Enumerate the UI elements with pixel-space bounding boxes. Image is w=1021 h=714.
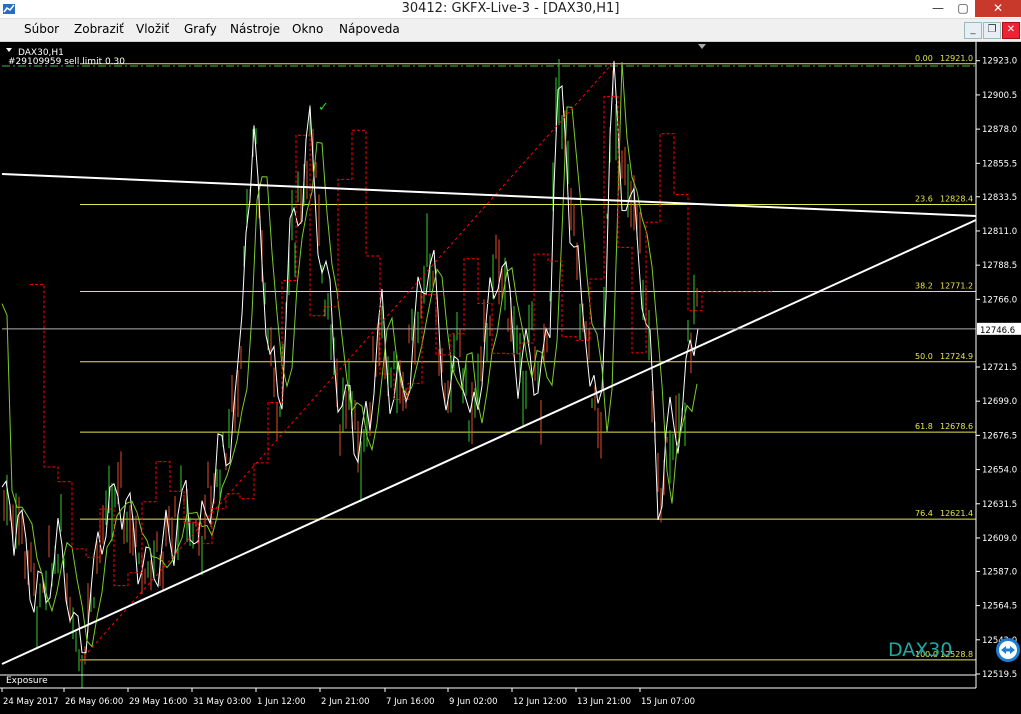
- symbol-watermark: DAX30: [888, 639, 953, 661]
- fib-level-price: 12724.9: [940, 352, 973, 361]
- time-tick-label: 15 Jun 07:00: [641, 697, 695, 707]
- price-tick-label: 12519.5: [982, 670, 1017, 680]
- order-label: #29109959 sell limit 0.30: [8, 57, 125, 67]
- price-tick-label: 12587.0: [982, 567, 1017, 577]
- title-bar: 30412: GKFX-Live-3 - [DAX30,H1] — ▢ ✕: [0, 0, 1021, 19]
- menu-help[interactable]: Nápoveda: [339, 22, 400, 36]
- mdi-restore-button[interactable]: ❐: [983, 22, 1001, 39]
- price-tick-label: 12609.0: [982, 534, 1017, 544]
- chart-background: [0, 42, 1021, 714]
- time-tick-label: 7 Jun 16:00: [386, 697, 435, 707]
- mdi-close-button[interactable]: ✕: [1002, 22, 1020, 39]
- fib-level-pct: 23.6: [915, 195, 933, 204]
- time-tick-label: 9 Jun 02:00: [449, 697, 498, 707]
- price-tick-label: 12878.0: [982, 125, 1017, 135]
- fib-level-pct: 50.0: [915, 352, 933, 361]
- time-tick-label: 26 May 06:00: [65, 697, 123, 707]
- price-tick-label: 12766.0: [982, 295, 1017, 305]
- teamviewer-icon[interactable]: [996, 638, 1020, 662]
- window-title: 30412: GKFX-Live-3 - [DAX30,H1]: [401, 1, 620, 16]
- price-tick-label: 12654.0: [982, 466, 1017, 476]
- menu-insert[interactable]: Vložiť: [136, 22, 169, 36]
- mdi-minimize-button[interactable]: _: [964, 22, 982, 39]
- price-tick-label: 12833.5: [982, 193, 1017, 203]
- time-tick-label: 2 Jun 21:00: [321, 697, 370, 707]
- menu-file[interactable]: Súbor: [24, 22, 59, 36]
- menu-bar: Súbor Zobraziť Vložiť Grafy Nástroje Okn…: [0, 19, 1021, 42]
- fib-level-pct: 38.2: [915, 281, 933, 290]
- maximize-button[interactable]: ▢: [950, 0, 976, 17]
- price-tick-label: 12676.5: [982, 431, 1017, 441]
- price-tick-label: 12855.5: [982, 159, 1017, 169]
- time-tick-label: 12 Jun 12:00: [513, 697, 567, 707]
- menu-view[interactable]: Zobraziť: [74, 22, 124, 36]
- subwindow-label: Exposure: [6, 676, 48, 686]
- price-tick-label: 12631.5: [982, 500, 1017, 510]
- fib-level-pct: 76.4: [915, 509, 933, 518]
- price-tick-label: 12564.5: [982, 602, 1017, 612]
- time-tick-label: 29 May 16:00: [129, 697, 187, 707]
- check-icon: ✓: [318, 100, 329, 115]
- time-tick-label: 1 Jun 12:00: [257, 697, 306, 707]
- menu-window[interactable]: Okno: [292, 22, 323, 36]
- menu-tools[interactable]: Nástroje: [230, 22, 280, 36]
- price-tick-label: 12788.5: [982, 261, 1017, 271]
- price-tick-label: 12811.0: [982, 227, 1017, 237]
- fib-level-price: 12771.2: [940, 281, 973, 290]
- price-tick-label: 12923.0: [982, 57, 1017, 67]
- fib-level-pct: 0.00: [915, 54, 933, 63]
- fib-level-price: 12678.6: [940, 422, 973, 431]
- fib-level-pct: 61.8: [915, 422, 933, 431]
- close-button[interactable]: ✕: [975, 0, 1021, 17]
- current-price-label: 12746.6: [980, 326, 1015, 336]
- fib-level-price: 12828.4: [940, 195, 973, 204]
- chart-window[interactable]: 0.00 12921.0 23.6 12828.4 38.2 12771.2 50.0 127…: [0, 42, 1021, 714]
- price-tick-label: 12900.5: [982, 91, 1017, 101]
- price-chart[interactable]: 0.00 12921.0 23.6 12828.4 38.2 12771.2 50.0 127…: [0, 42, 1021, 714]
- minimize-button[interactable]: —: [925, 0, 951, 17]
- time-tick-label: 24 May 2017: [3, 697, 58, 707]
- fib-level-price: 12621.4: [940, 509, 973, 518]
- price-tick-label: 12699.0: [982, 397, 1017, 407]
- price-tick-label: 12721.5: [982, 363, 1017, 373]
- menu-charts[interactable]: Grafy: [184, 22, 217, 36]
- time-tick-label: 13 Jun 21:00: [577, 697, 631, 707]
- time-tick-label: 31 May 03:00: [193, 697, 251, 707]
- fib-level-price: 12921.0: [940, 54, 973, 63]
